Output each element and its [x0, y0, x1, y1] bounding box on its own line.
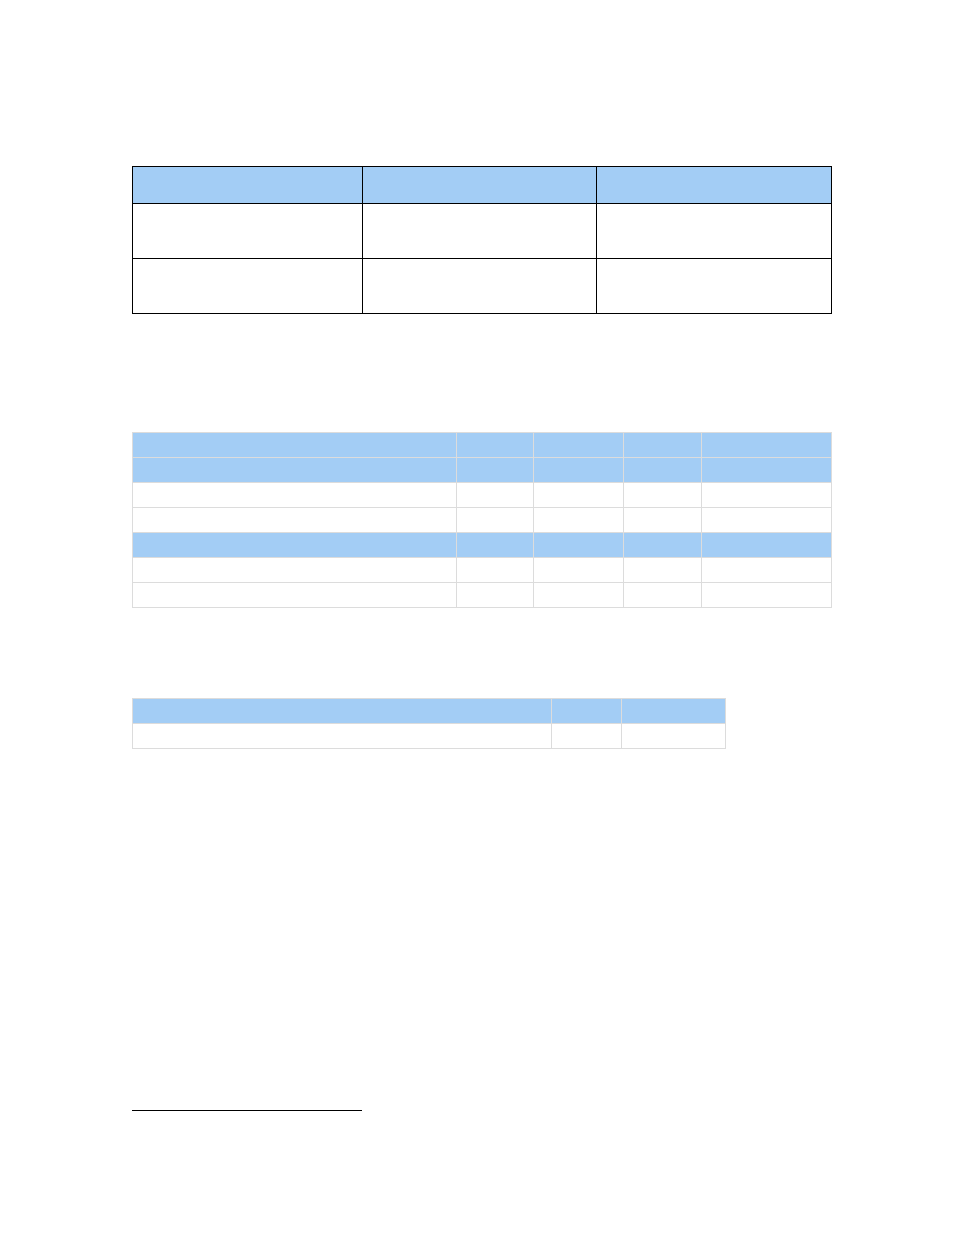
cell [133, 483, 457, 508]
cell [456, 508, 534, 533]
cell [702, 558, 832, 583]
col-header [624, 458, 702, 483]
footnote-separator [132, 1110, 362, 1111]
table-1 [132, 166, 832, 314]
col-header [624, 533, 702, 558]
table-3 [132, 698, 726, 749]
col-header [133, 699, 552, 724]
table-row [133, 204, 832, 259]
cell [534, 508, 624, 533]
col-header [624, 433, 702, 458]
table-row [133, 583, 832, 608]
col-header [133, 533, 457, 558]
cell [534, 583, 624, 608]
cell [456, 483, 534, 508]
cell [534, 483, 624, 508]
cell [624, 508, 702, 533]
table-2 [132, 432, 832, 608]
cell [597, 204, 832, 259]
cell [597, 259, 832, 314]
table-row [133, 533, 832, 558]
cell [133, 204, 363, 259]
cell [702, 508, 832, 533]
cell [133, 724, 552, 749]
table-row [133, 483, 832, 508]
col-header [133, 458, 457, 483]
cell [624, 583, 702, 608]
col-header [133, 167, 363, 204]
col-header [456, 533, 534, 558]
col-header [534, 458, 624, 483]
col-header [534, 533, 624, 558]
table-3-table [132, 698, 726, 749]
cell [552, 724, 622, 749]
col-header [456, 458, 534, 483]
table-2-table [132, 432, 832, 608]
cell [622, 724, 726, 749]
cell [362, 204, 597, 259]
cell [702, 583, 832, 608]
table-row [133, 458, 832, 483]
col-header [597, 167, 832, 204]
cell [624, 558, 702, 583]
cell [133, 508, 457, 533]
col-header [622, 699, 726, 724]
col-header [702, 433, 832, 458]
col-header [702, 533, 832, 558]
table-row [133, 508, 832, 533]
col-header [362, 167, 597, 204]
cell [702, 483, 832, 508]
col-header [702, 458, 832, 483]
table-row [133, 724, 726, 749]
cell [456, 583, 534, 608]
cell [534, 558, 624, 583]
cell [133, 558, 457, 583]
cell [133, 259, 363, 314]
col-header [456, 433, 534, 458]
cell [133, 583, 457, 608]
table-row [133, 259, 832, 314]
table-1-table [132, 166, 832, 314]
cell [624, 483, 702, 508]
col-header [552, 699, 622, 724]
table-row [133, 699, 726, 724]
table-row [133, 167, 832, 204]
table-row [133, 558, 832, 583]
cell [362, 259, 597, 314]
col-header [534, 433, 624, 458]
col-header [133, 433, 457, 458]
cell [456, 558, 534, 583]
table-row [133, 433, 832, 458]
